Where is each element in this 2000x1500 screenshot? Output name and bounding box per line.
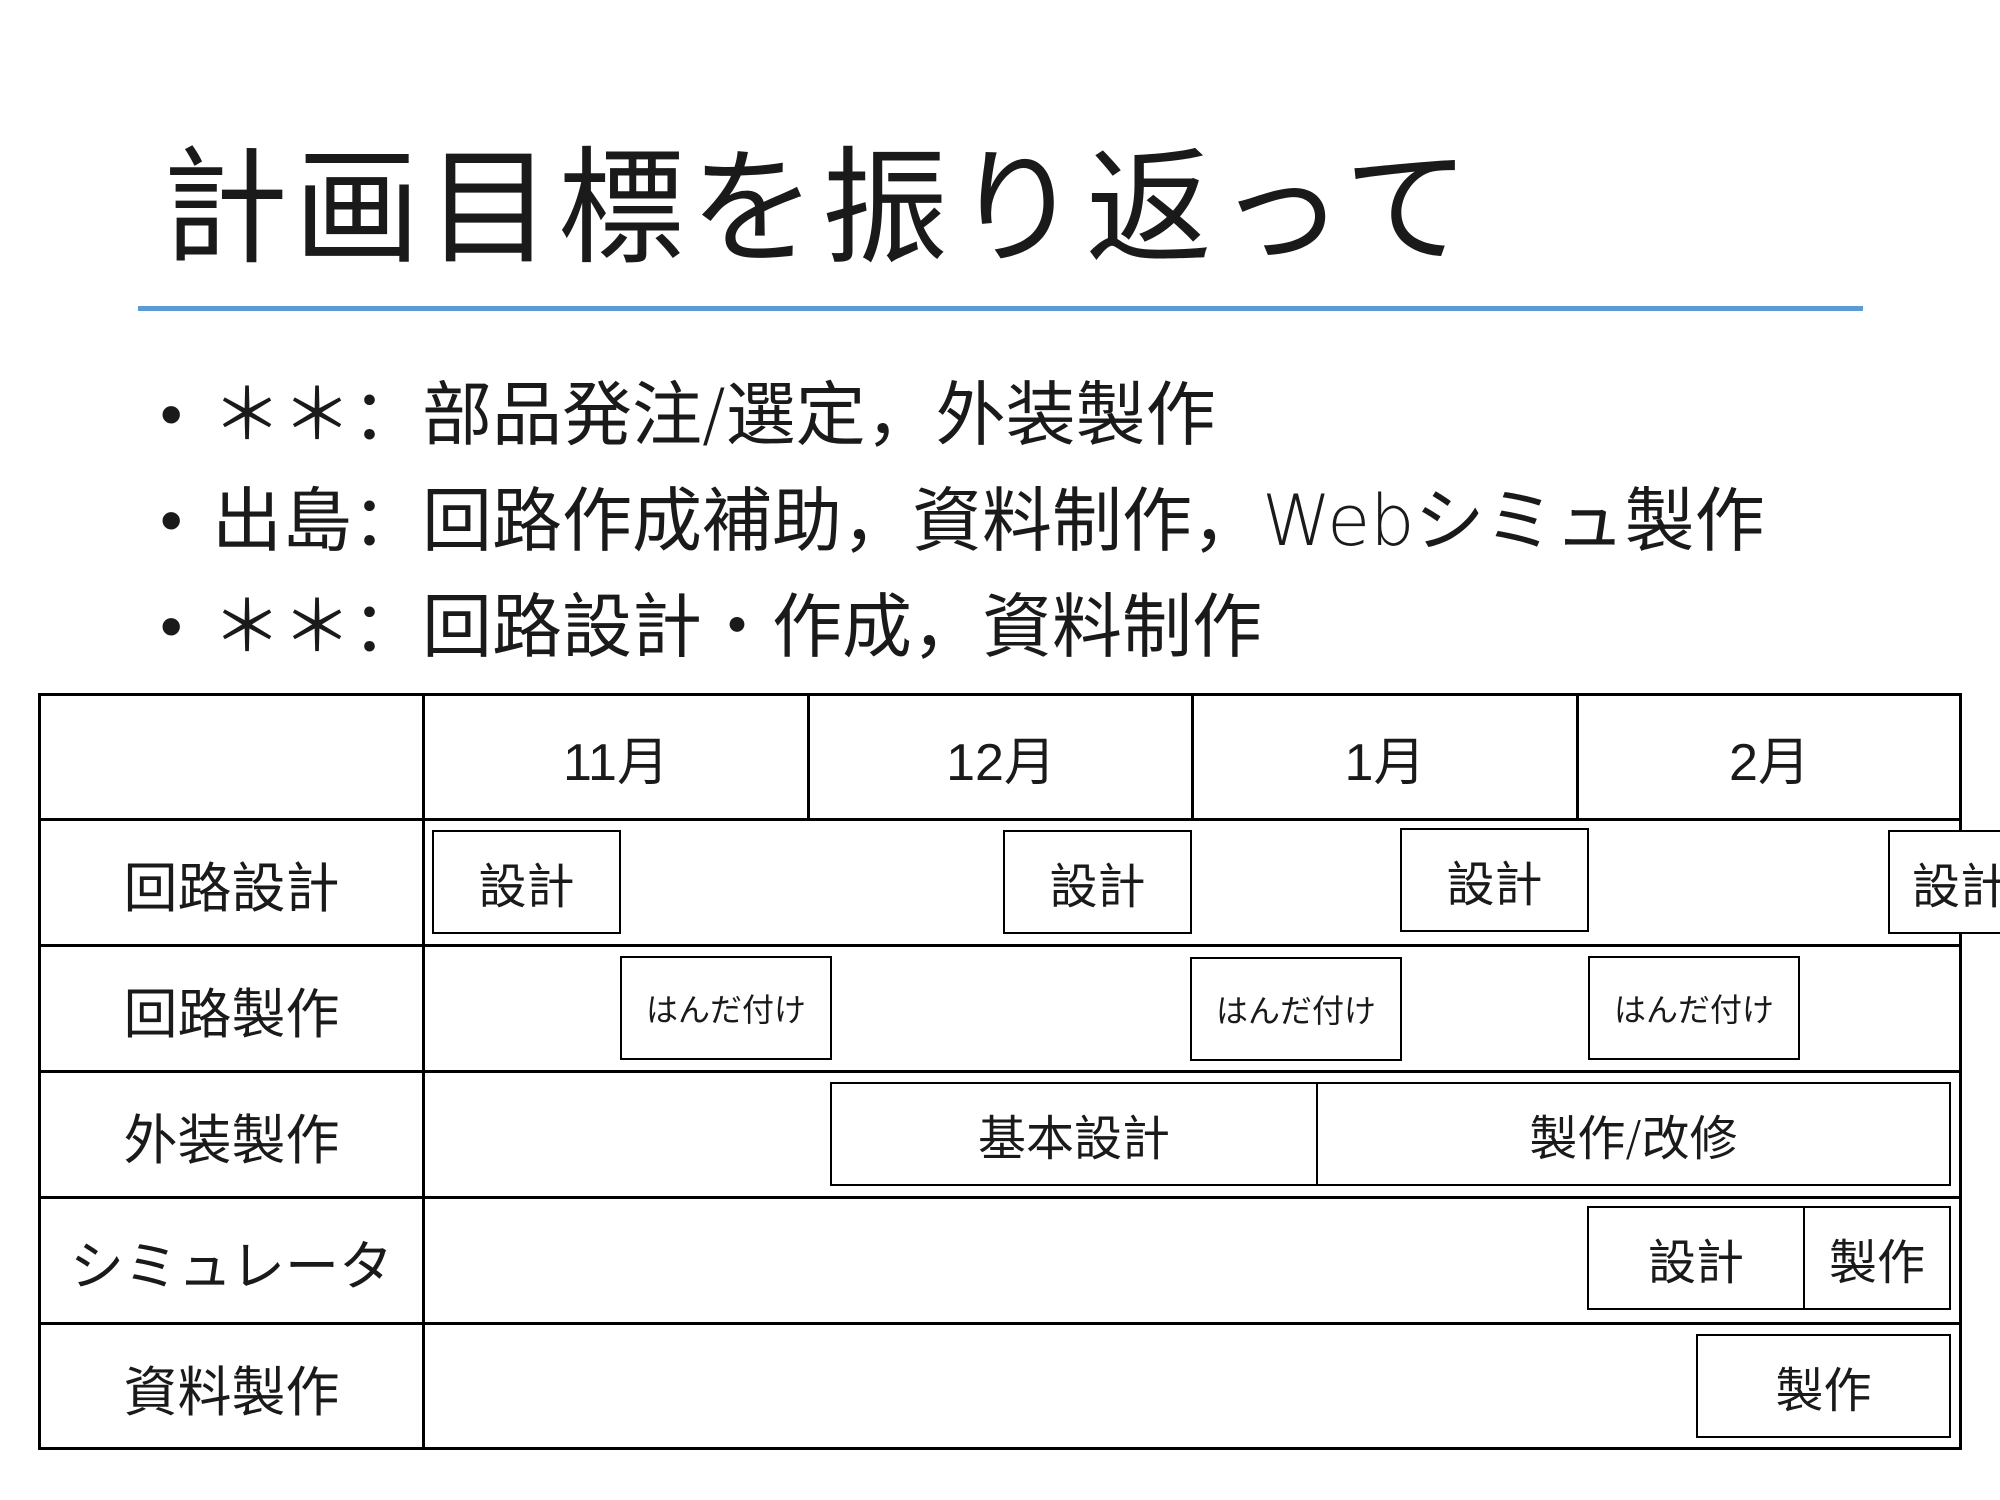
month-header-february: 2月 [1729,733,1810,792]
month-header-january: 1月 [1344,733,1426,792]
schedule-table: 11月 12月 1月 2月 回路設計 回路製作 外装製作 シミュレータ 資料製作… [0,0,2000,1500]
row-label-documents: 資料製作 [123,1360,340,1424]
row-label-circuit-design: 回路設計 [123,856,340,920]
month-header-november: 11月 [563,733,669,792]
task-bar: 製作 [1803,1206,1951,1310]
task-bar: 基本設計 [830,1082,1318,1186]
task-bar: はんだ付け [620,956,832,1060]
row-label-circuit-fabrication: 回路製作 [123,982,340,1046]
task-bar: 製作 [1696,1334,1951,1438]
task-bar: 設計 [1003,830,1192,934]
task-bar: 設計 [1400,828,1589,932]
task-bar: 設計 [1888,830,2000,934]
row-label-simulator: シミュレータ [70,1234,393,1298]
month-header-december: 12月 [946,733,1056,792]
task-bar: 設計 [1587,1206,1805,1310]
row-label-enclosure: 外装製作 [123,1108,340,1172]
task-bar: 製作/改修 [1316,1082,1951,1186]
task-bar: 設計 [432,830,621,934]
task-bar: はんだ付け [1588,956,1800,1060]
task-bar: はんだ付け [1190,957,1402,1061]
